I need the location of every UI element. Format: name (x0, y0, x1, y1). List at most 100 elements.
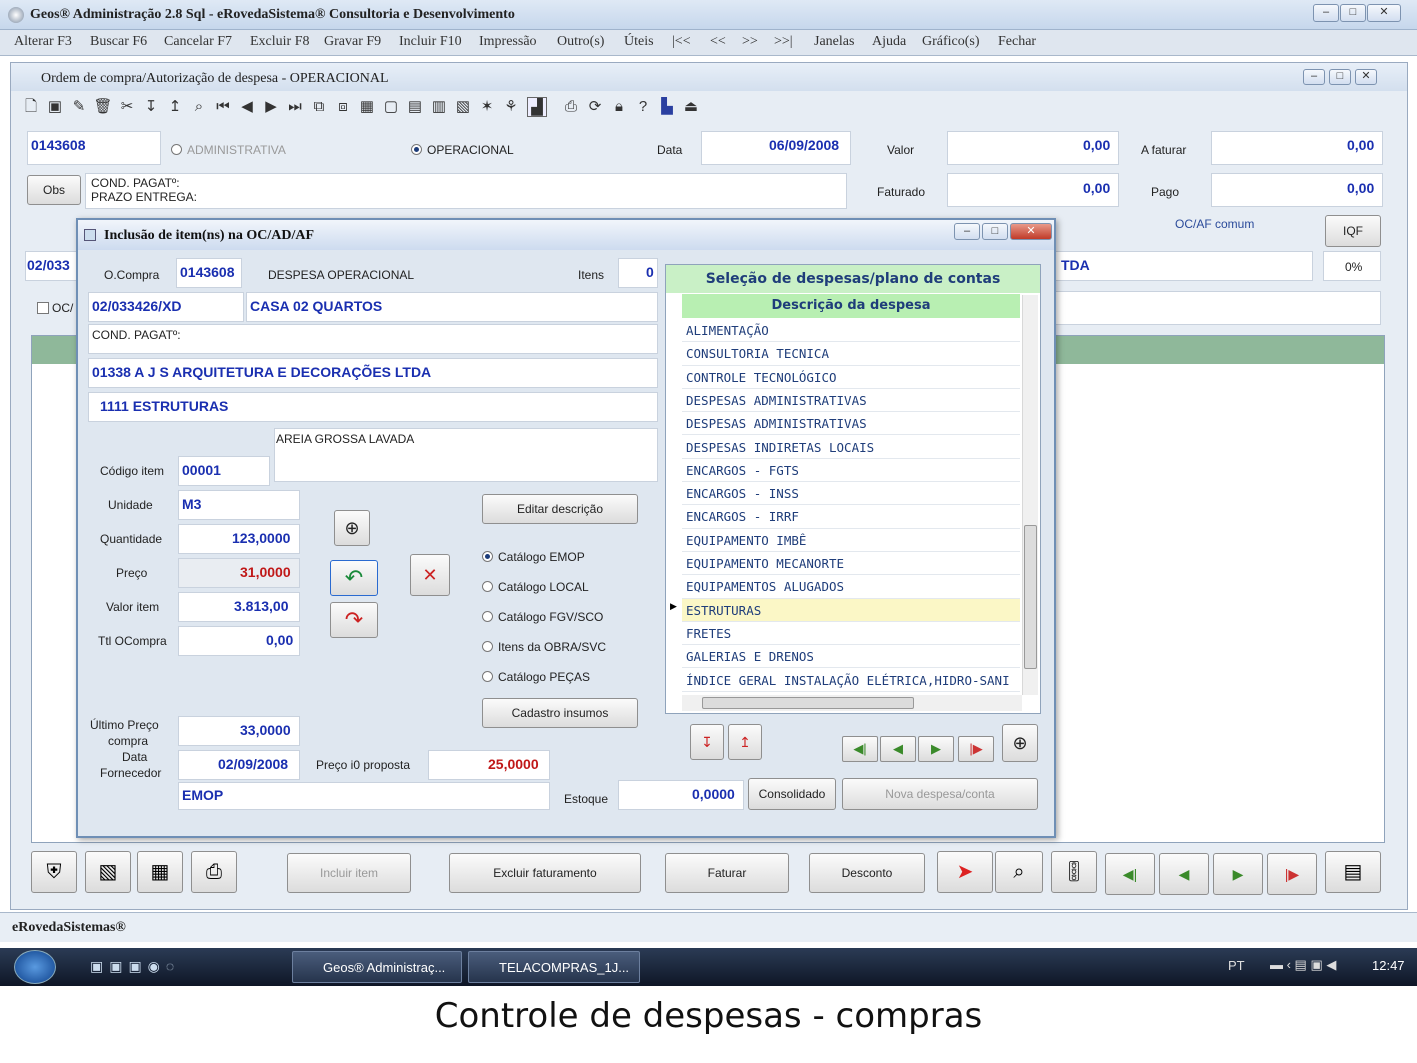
radio-catalogo-pecas[interactable]: Catálogo PEÇAS (482, 670, 590, 684)
cancel-item-button[interactable]: ✕ (410, 554, 450, 596)
radio-catalogo-fgv[interactable]: Catálogo FGV/SCO (482, 610, 603, 624)
sort-za-button[interactable]: ↧ (690, 724, 724, 760)
menu-buscar[interactable]: Buscar F6 (90, 34, 147, 50)
grid-vscrollbar[interactable] (1022, 295, 1038, 695)
sort-desc-icon[interactable]: ↧ (141, 97, 161, 117)
lock-icon[interactable]: 🔒︎ (609, 97, 629, 117)
radio-itens-obra[interactable]: Itens da OBRA/SVC (482, 640, 606, 654)
right-name-field[interactable] (1055, 251, 1313, 281)
grid-hscrollbar[interactable] (682, 695, 1022, 711)
copy-icon[interactable]: ⧉ (309, 97, 329, 117)
list-item[interactable]: FRETES (682, 622, 1020, 646)
list-item-selected[interactable]: ESTRUTURAS (682, 598, 1020, 622)
menu-prev[interactable]: << (710, 34, 726, 50)
menu-fechar[interactable]: Fechar (998, 34, 1036, 50)
consolidado-button[interactable]: Consolidado (748, 778, 836, 810)
refresh-icon[interactable]: ⟳ (585, 97, 605, 117)
grid-next-button[interactable]: ▶ (918, 736, 954, 762)
first-record-icon[interactable]: ⏮ (213, 97, 233, 117)
close-button[interactable]: ✕ (1367, 4, 1401, 22)
incluir-item-button[interactable]: Incluir item (287, 853, 411, 893)
grid-icon[interactable]: ▦ (357, 97, 377, 117)
next-page-icon[interactable]: ▶ (1213, 853, 1263, 895)
excluir-faturamento-button[interactable]: Excluir faturamento (449, 853, 641, 893)
undo-button[interactable]: ↷ (330, 602, 378, 638)
calc-icon[interactable]: ▦ (137, 851, 183, 893)
cadastro-insumos-button[interactable]: Cadastro insumos (482, 698, 638, 728)
radio-administrativa[interactable]: ADMINISTRATIVA (171, 143, 286, 157)
confirm-button[interactable]: ↶ (330, 560, 378, 596)
zoom-button[interactable]: ⊕ (334, 510, 370, 546)
table-icon[interactable]: ▤ (405, 97, 425, 117)
arrow-icon[interactable]: ➤ (937, 851, 993, 893)
menu-impressao[interactable]: Impressão (479, 34, 537, 50)
obs-textarea[interactable] (85, 173, 847, 209)
taskbar-item-telacompras[interactable]: TELACOMPRAS_1J... (468, 951, 640, 983)
calculator-icon[interactable]: ▥ (429, 97, 449, 117)
radio-catalogo-local[interactable]: Catálogo LOCAL (482, 580, 589, 594)
form-minimize-button[interactable]: – (1303, 69, 1325, 85)
help-icon[interactable]: ? (633, 97, 653, 117)
grid-zoom-button[interactable]: ⊕ (1002, 724, 1038, 762)
language-indicator[interactable]: PT (1228, 958, 1245, 973)
list-item[interactable]: DESPESAS INDIRETAS LOCAIS (682, 436, 1020, 459)
grid-last-button[interactable]: |▶ (958, 736, 994, 762)
maximize-button[interactable]: □ (1340, 4, 1366, 22)
last-page-icon[interactable]: |▶ (1267, 853, 1317, 895)
prev-page-icon[interactable]: ◀ (1159, 853, 1209, 895)
list-item[interactable]: CONSULTORIA TECNICA (682, 342, 1020, 366)
prev-record-icon[interactable]: ◀ (237, 97, 257, 117)
dialog-maximize-button[interactable]: □ (982, 223, 1008, 240)
iqf-button[interactable]: IQF (1325, 215, 1381, 247)
menu-next[interactable]: >> (742, 34, 758, 50)
taskbar-item-geos[interactable]: Geos® Administraç... (292, 951, 462, 983)
magic-icon[interactable]: ✶ (477, 97, 497, 117)
report-icon[interactable]: ▧ (85, 851, 131, 893)
oc-checkbox[interactable]: OC/ (37, 301, 73, 315)
tree-icon[interactable]: ⚘ (501, 97, 521, 117)
shield-icon[interactable]: ⛨ (31, 851, 77, 893)
exit-icon[interactable]: ⏏ (681, 97, 701, 117)
menu-incluir[interactable]: Incluir F10 (399, 34, 462, 50)
quicklaunch-icons[interactable]: ▣▣▣◉◌ (90, 958, 210, 978)
list-item[interactable]: DESPESAS ADMINISTRATIVAS (682, 389, 1020, 413)
list-item[interactable]: EQUIPAMENTO IMBÊ (682, 529, 1020, 552)
fonte-field[interactable] (178, 782, 550, 810)
start-button[interactable] (14, 950, 56, 984)
search-icon[interactable]: ⌕ (189, 97, 209, 117)
form-maximize-button[interactable]: □ (1329, 69, 1351, 85)
calculator-icon-button[interactable]: ▤ (1325, 851, 1381, 893)
grid-prev-button[interactable]: ◀ (880, 736, 916, 762)
list-item[interactable]: EQUIPAMENTOS ALUGADOS (682, 575, 1020, 599)
list-item[interactable]: ENCARGOS - INSS (682, 482, 1020, 506)
paste-icon[interactable]: ⧈ (333, 97, 353, 117)
minimize-button[interactable]: – (1313, 4, 1339, 22)
menu-janelas[interactable]: Janelas (814, 34, 854, 50)
list-item[interactable]: ENCARGOS - FGTS (682, 459, 1020, 483)
menu-first[interactable]: |<< (672, 34, 691, 50)
menu-uteis[interactable]: Úteis (624, 34, 654, 50)
first-page-icon[interactable]: ◀| (1105, 853, 1155, 895)
cut-icon[interactable]: ✂ (117, 97, 137, 117)
list-item[interactable]: EQUIPAMENTO MECANORTE (682, 552, 1020, 576)
last-record-icon[interactable]: ⏭ (285, 97, 305, 117)
next-record-icon[interactable]: ▶ (261, 97, 281, 117)
menu-last[interactable]: >>| (774, 34, 793, 50)
document-icon[interactable]: ▧ (453, 97, 473, 117)
print-preview-icon[interactable]: ⎙ (191, 851, 237, 893)
delete-icon[interactable]: 🗑 (93, 97, 113, 117)
print-icon[interactable]: ⎙ (561, 97, 581, 117)
menu-alterar[interactable]: Alterar F3 (14, 34, 72, 50)
menu-gravar[interactable]: Gravar F9 (324, 34, 381, 50)
grid-first-button[interactable]: ◀| (842, 736, 878, 762)
dialog-close-button[interactable]: ✕ (1010, 223, 1052, 240)
save-icon[interactable]: ▣ (45, 97, 65, 117)
menu-grafico[interactable]: Gráfico(s) (922, 34, 980, 50)
grid-vscroll-thumb[interactable] (1024, 525, 1037, 669)
sort-asc-icon[interactable]: ↥ (165, 97, 185, 117)
obs-button[interactable]: Obs (27, 175, 81, 205)
menu-outros[interactable]: Outro(s) (557, 34, 604, 50)
zoom-icon[interactable]: ⌕ (995, 851, 1043, 893)
menu-ajuda[interactable]: Ajuda (872, 34, 906, 50)
traffic-light-icon[interactable]: 🚦︎ (1051, 851, 1097, 893)
